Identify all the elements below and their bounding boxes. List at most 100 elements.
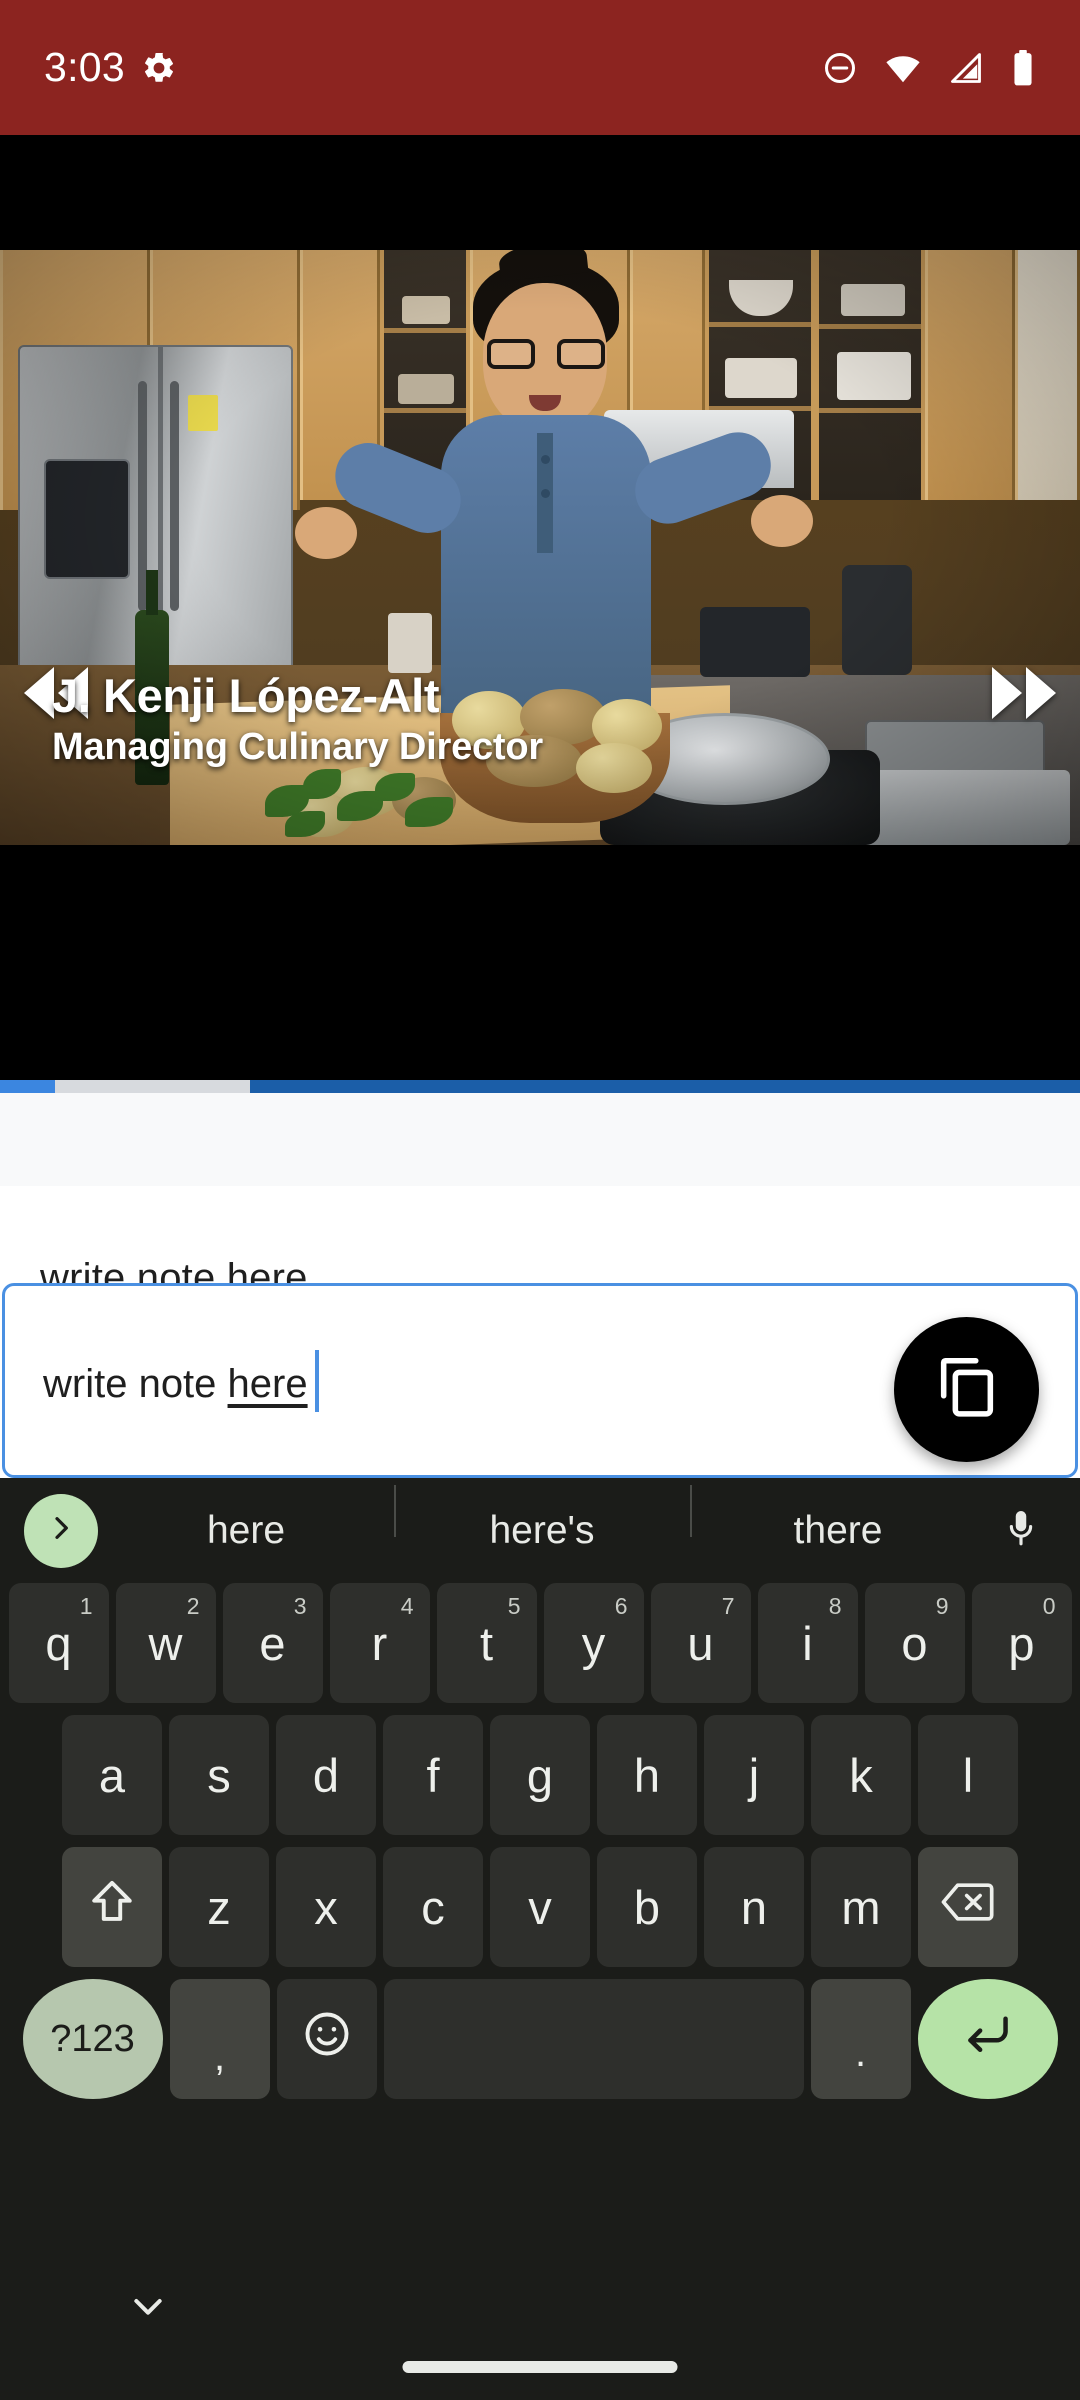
key-b[interactable]: b — [597, 1847, 697, 1967]
microphone-button[interactable] — [986, 1507, 1056, 1554]
video-frame[interactable]: J. Kenji López-Alt Managing Culinary Dir… — [0, 250, 1080, 845]
key-h[interactable]: h — [597, 1715, 697, 1835]
key-z[interactable]: z — [169, 1847, 269, 1967]
toolbar-strip — [0, 1093, 1080, 1186]
backspace-key[interactable] — [918, 1847, 1018, 1967]
chevron-down-icon — [128, 2292, 168, 2325]
key-y-number: 6 — [614, 1593, 628, 1619]
caption-role: Managing Culinary Director — [52, 725, 543, 768]
key-w-number: 2 — [186, 1593, 200, 1619]
key-o[interactable]: 9o — [864, 1583, 965, 1703]
status-bar-left: 3:03 — [44, 44, 177, 91]
key-w-label: w — [148, 1616, 183, 1670]
key-y-label: y — [581, 1616, 606, 1670]
key-p[interactable]: 0p — [971, 1583, 1072, 1703]
suggestion-item-2[interactable]: here's — [394, 1484, 690, 1553]
period-key-label: . — [854, 2030, 867, 2075]
note-input-composing: here — [227, 1362, 308, 1406]
key-y[interactable]: 6y — [543, 1583, 644, 1703]
note-input-value: write note here — [43, 1362, 308, 1407]
key-i-number: 8 — [828, 1593, 842, 1619]
key-a[interactable]: a — [62, 1715, 162, 1835]
expand-suggestions-button[interactable] — [24, 1493, 98, 1568]
key-q-number: 1 — [79, 1593, 93, 1619]
key-m[interactable]: m — [811, 1847, 911, 1967]
gesture-home-bar[interactable] — [402, 2361, 678, 2373]
key-q[interactable]: 1q — [8, 1583, 109, 1703]
key-w[interactable]: 2w — [115, 1583, 216, 1703]
emoji-key[interactable] — [276, 1979, 377, 2099]
key-r-label: r — [371, 1616, 388, 1670]
key-i-label: i — [802, 1616, 813, 1670]
suggestion-item-1[interactable]: here — [98, 1509, 394, 1553]
note-input-plain: write note — [43, 1362, 228, 1406]
video-caption-overlay: J. Kenji López-Alt Managing Culinary Dir… — [52, 668, 543, 771]
key-d[interactable]: d — [276, 1715, 376, 1835]
phone-screen: 3:03 J. Kenji López-Alt Managing Culinar… — [0, 0, 1080, 2400]
key-q-label: q — [45, 1616, 72, 1670]
suggestion-bar: here here's there — [0, 1478, 1080, 1583]
key-t[interactable]: 5t — [436, 1583, 537, 1703]
keyboard-row-3: z x c v b n m — [0, 1847, 1080, 1967]
key-g[interactable]: g — [490, 1715, 590, 1835]
key-u[interactable]: 7u — [650, 1583, 751, 1703]
video-player[interactable]: J. Kenji López-Alt Managing Culinary Dir… — [0, 135, 1080, 1080]
caption-name: J. Kenji López-Alt — [52, 669, 440, 723]
key-n[interactable]: n — [704, 1847, 804, 1967]
status-bar-right — [822, 49, 1036, 87]
forward-icon — [992, 667, 1022, 719]
comma-key[interactable]: , — [169, 1979, 270, 2099]
key-f[interactable]: f — [383, 1715, 483, 1835]
key-u-number: 7 — [721, 1593, 735, 1619]
gear-icon — [141, 50, 177, 86]
key-p-label: p — [1008, 1616, 1035, 1670]
key-r-number: 4 — [400, 1593, 414, 1619]
key-c[interactable]: c — [383, 1847, 483, 1967]
key-e[interactable]: 3e — [222, 1583, 323, 1703]
person-in-video — [295, 255, 813, 745]
key-v[interactable]: v — [490, 1847, 590, 1967]
keyboard-row-2: a s d f g h j k l — [0, 1715, 1080, 1835]
key-k[interactable]: k — [811, 1715, 911, 1835]
keyboard-row-4: ?123 , . — [0, 1979, 1080, 2099]
key-e-number: 3 — [293, 1593, 307, 1619]
shift-key[interactable] — [62, 1847, 162, 1967]
key-o-label: o — [901, 1616, 928, 1670]
backspace-icon — [940, 1878, 996, 1937]
keyboard-row-1: 1q 2w 3e 4r 5t 6y 7u 8i 9o 0p — [0, 1583, 1080, 1703]
key-t-number: 5 — [507, 1593, 521, 1619]
hide-keyboard-button[interactable] — [118, 2288, 178, 2328]
status-clock: 3:03 — [44, 44, 125, 90]
suggestion-list: here here's there — [98, 1484, 986, 1553]
navigation-bar — [0, 2230, 1080, 2400]
key-l[interactable]: l — [918, 1715, 1018, 1835]
key-e-label: e — [259, 1616, 286, 1670]
key-o-number: 9 — [935, 1593, 949, 1619]
comma-key-label: , — [213, 2034, 226, 2079]
do-not-disturb-icon — [822, 50, 858, 86]
key-r[interactable]: 4r — [329, 1583, 430, 1703]
symbols-key[interactable]: ?123 — [22, 1979, 163, 2099]
status-bar: 3:03 — [0, 0, 1080, 135]
forward-icon-second — [1026, 667, 1056, 719]
rewind-icon — [24, 667, 54, 719]
key-u-label: u — [687, 1616, 714, 1670]
period-key[interactable]: . — [810, 1979, 911, 2099]
key-i[interactable]: 8i — [757, 1583, 858, 1703]
key-s[interactable]: s — [169, 1715, 269, 1835]
wifi-icon — [884, 49, 922, 87]
progress-played — [0, 1080, 55, 1093]
copy-fab-button[interactable] — [894, 1317, 1039, 1462]
space-key[interactable] — [383, 1979, 804, 2099]
fast-forward-button[interactable] — [992, 667, 1056, 719]
microphone-icon — [1000, 1507, 1042, 1554]
key-p-number: 0 — [1042, 1593, 1056, 1619]
chevron-right-icon — [45, 1512, 77, 1549]
emoji-smiley-icon — [301, 2008, 353, 2071]
video-progress-bar[interactable] — [0, 1080, 1080, 1093]
suggestion-item-3[interactable]: there — [690, 1484, 986, 1553]
enter-arrow-icon — [961, 2007, 1015, 2072]
key-j[interactable]: j — [704, 1715, 804, 1835]
enter-key[interactable] — [917, 1979, 1058, 2099]
key-x[interactable]: x — [276, 1847, 376, 1967]
